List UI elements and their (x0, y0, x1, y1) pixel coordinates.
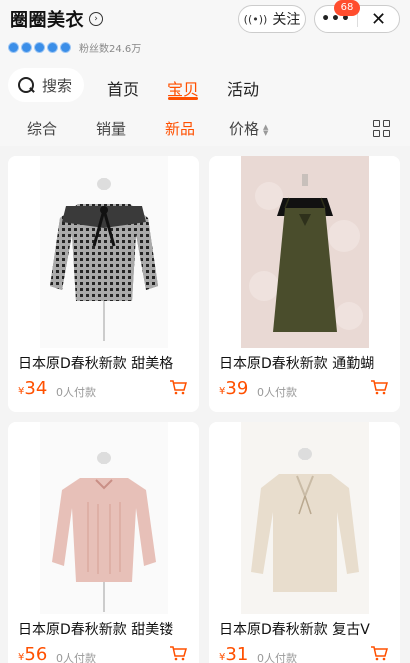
shop-badges: 粉丝数24.6万 (8, 40, 141, 55)
chevron-right-icon[interactable]: › (89, 12, 103, 26)
product-title[interactable]: 日本原D春秋新款 通勤蝴 (219, 353, 394, 373)
product-price: ¥56 (18, 644, 47, 663)
sort-price[interactable]: 价格 ▲ ▼ (229, 118, 268, 139)
diamond-icon (60, 42, 71, 53)
search-icon (18, 77, 34, 93)
follow-label: 关注 (272, 12, 301, 28)
diamond-icon (47, 42, 58, 53)
sort-price-label: 价格 (229, 120, 260, 138)
sold-count: 0人付款 (56, 386, 96, 399)
sold-count: 0人付款 (257, 652, 297, 663)
product-image[interactable] (8, 422, 199, 614)
sort-new[interactable]: 新品 (165, 118, 195, 139)
product-price: ¥39 (219, 378, 248, 399)
product-title[interactable]: 日本原D春秋新款 甜美格 (18, 353, 193, 373)
add-to-cart-icon[interactable] (370, 379, 388, 395)
diamond-icon (34, 42, 45, 53)
tab-activities[interactable]: 活动 (227, 76, 259, 100)
product-image[interactable] (8, 156, 199, 348)
price-value: 39 (225, 378, 249, 399)
product-title[interactable]: 日本原D春秋新款 复古V (219, 619, 394, 639)
diamond-icon (8, 42, 19, 53)
shop-title[interactable]: 圈圈美衣 › (10, 6, 103, 32)
follow-button[interactable]: ((•)) 关注 (238, 5, 306, 33)
active-tab-indicator (168, 97, 198, 100)
product-card[interactable]: 日本原D春秋新款 复古V ¥31 0人付款 (209, 422, 400, 663)
product-image[interactable] (209, 422, 400, 614)
price-value: 31 (225, 644, 249, 663)
product-card[interactable]: 日本原D春秋新款 甜美格 ¥34 0人付款 (8, 156, 199, 412)
product-price: ¥31 (219, 644, 248, 663)
product-price: ¥34 (18, 378, 47, 399)
search-label: 搜索 (42, 76, 73, 95)
price-value: 34 (24, 378, 48, 399)
search-button[interactable]: 搜索 (8, 68, 84, 102)
sold-count: 0人付款 (56, 652, 96, 663)
fans-count: 粉丝数24.6万 (79, 44, 142, 55)
product-card[interactable]: 日本原D春秋新款 通勤蝴 ¥39 0人付款 (209, 156, 400, 412)
notification-badge: 68 (334, 0, 360, 16)
close-icon[interactable]: ✕ (358, 9, 399, 30)
sort-arrows-icon: ▲ ▼ (263, 122, 269, 137)
live-broadcast-icon: ((•)) (243, 12, 268, 26)
shop-name[interactable]: 圈圈美衣 (10, 6, 84, 32)
grid-view-icon[interactable] (373, 120, 390, 137)
tab-home[interactable]: 首页 (107, 76, 139, 100)
diamond-icon (21, 42, 32, 53)
add-to-cart-icon[interactable] (370, 645, 388, 661)
sort-sales[interactable]: 销量 (96, 118, 126, 139)
sort-comprehensive[interactable]: 综合 (27, 118, 57, 139)
product-title[interactable]: 日本原D春秋新款 甜美镂 (18, 619, 193, 639)
price-value: 56 (24, 644, 48, 663)
add-to-cart-icon[interactable] (169, 379, 187, 395)
product-image[interactable] (209, 156, 400, 348)
add-to-cart-icon[interactable] (169, 645, 187, 661)
shop-header: 圈圈美衣 › 粉丝数24.6万 ((•)) 关注 ••• ✕ 68 搜索 首页 … (0, 0, 410, 110)
product-card[interactable]: 日本原D春秋新款 甜美镂 ¥56 0人付款 (8, 422, 199, 663)
sold-count: 0人付款 (257, 386, 297, 399)
sort-bar: 综合 销量 新品 价格 ▲ ▼ (0, 110, 410, 146)
